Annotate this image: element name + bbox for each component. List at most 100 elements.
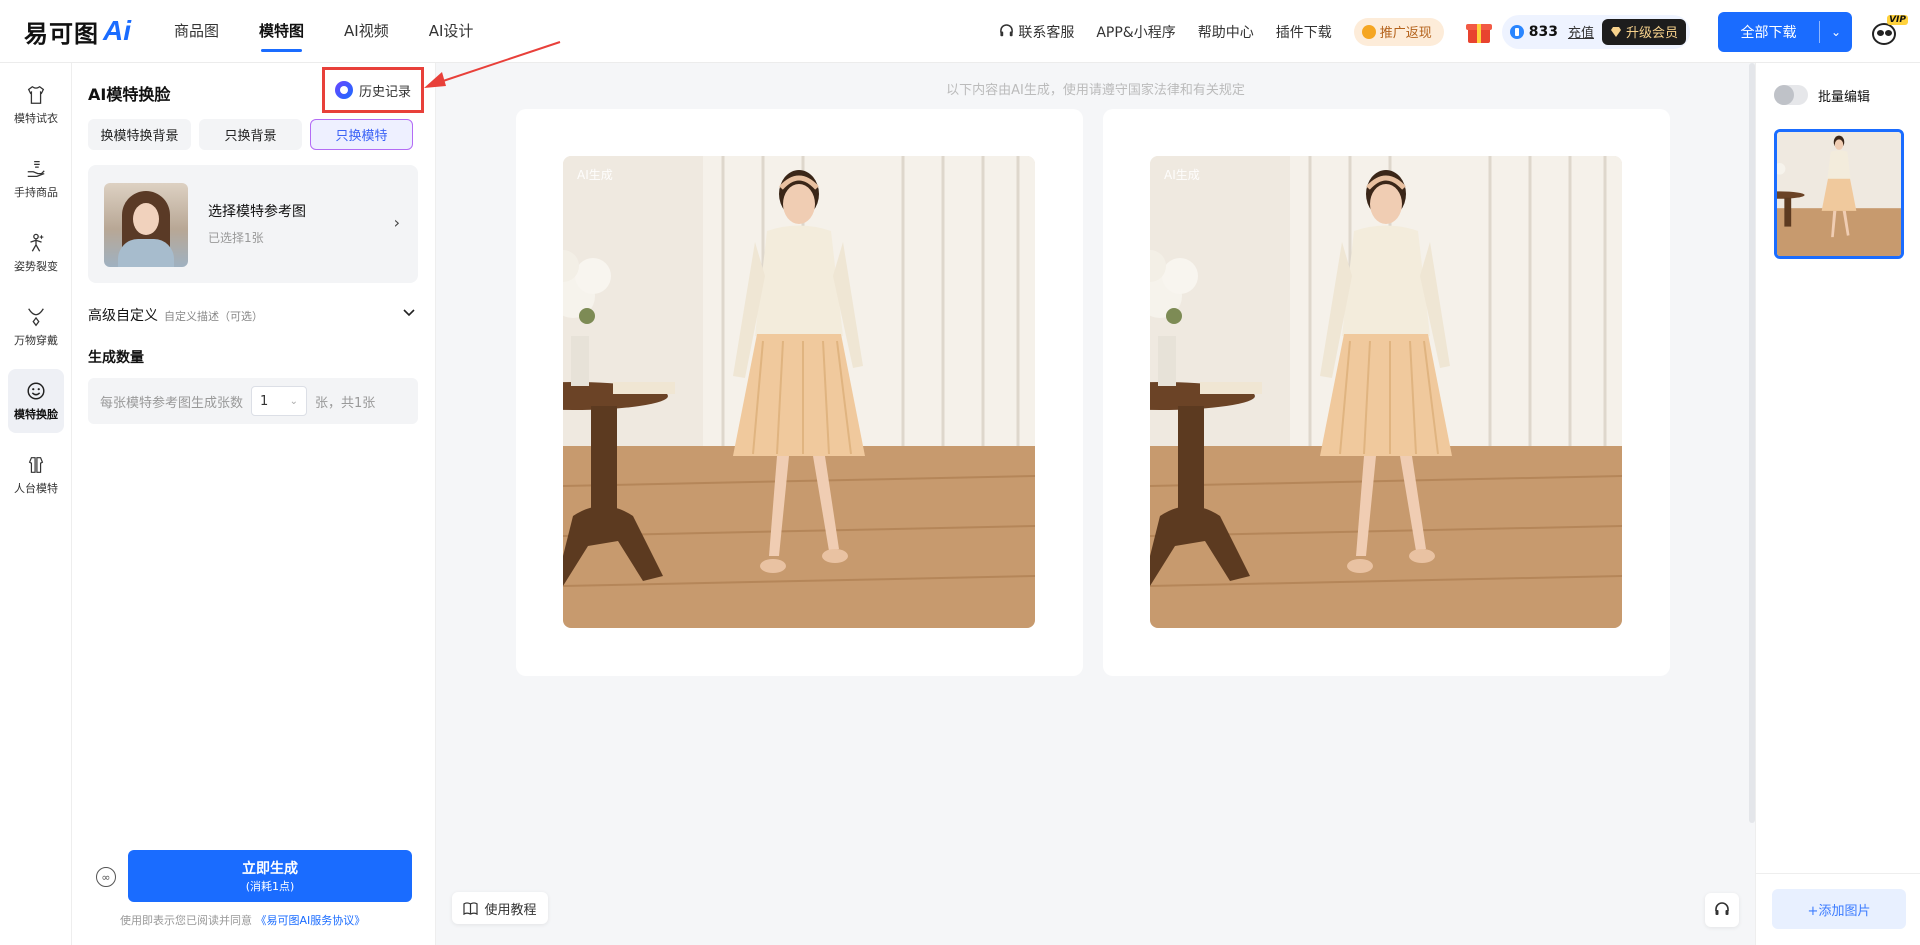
image-thumbnail-selected[interactable] bbox=[1774, 129, 1904, 259]
shirt-icon bbox=[27, 85, 45, 104]
sidebar-item-label: 模特换脸 bbox=[14, 408, 58, 421]
history-icon bbox=[334, 81, 353, 99]
top-bar: 易可图 Ai 商品图 模特图 AI视频 AI设计 联系客服 APP&小程序 帮助… bbox=[0, 0, 1920, 63]
model-reference-thumbnail bbox=[104, 183, 188, 267]
batch-edit-toggle[interactable] bbox=[1774, 85, 1808, 105]
sidebar-item-label: 万物穿戴 bbox=[14, 334, 58, 347]
credit-count: 833 bbox=[1528, 23, 1558, 40]
smile-icon bbox=[27, 382, 45, 400]
floating-support-button[interactable] bbox=[1705, 893, 1739, 927]
headset-icon bbox=[1000, 24, 1014, 37]
coin-icon bbox=[1361, 24, 1376, 39]
advanced-options-toggle[interactable]: 高级自定义 自定义描述（可选） bbox=[88, 305, 418, 325]
advanced-title: 高级自定义 bbox=[88, 308, 158, 324]
advanced-subtitle: 自定义描述（可选） bbox=[164, 310, 263, 323]
workspace: 以下内容由AI生成，使用请遵守国家法律和有关规定 AI生成 AI生成 使用教程 bbox=[436, 63, 1755, 945]
help-link[interactable]: 帮助中心 bbox=[1198, 22, 1254, 42]
count-suffix: 张，共1张 bbox=[315, 395, 376, 411]
result-card: AI生成 bbox=[1103, 109, 1670, 676]
book-icon bbox=[463, 901, 479, 915]
chevron-down-icon bbox=[403, 309, 415, 317]
sidebar-item-label: 手持商品 bbox=[14, 186, 58, 199]
top-right-actions: 联系客服 APP&小程序 帮助中心 插件下载 推广返现 833 充值 升级会员 … bbox=[999, 0, 1920, 63]
mode-tabs: 换模特换背景 只换背景 只换模特 bbox=[88, 119, 413, 150]
headset-icon bbox=[1715, 902, 1729, 915]
logo-text: 易可图 bbox=[24, 19, 99, 48]
sidebar-item-mannequin[interactable]: 人台模特 bbox=[8, 443, 64, 507]
model-reference-count: 已选择1张 bbox=[208, 231, 264, 245]
chevron-down-icon[interactable]: ⌄ bbox=[1820, 25, 1852, 39]
result-image[interactable]: AI生成 bbox=[563, 156, 1035, 628]
download-all-button[interactable]: 全部下载 ⌄ bbox=[1718, 11, 1852, 52]
ai-generated-tag: AI生成 bbox=[577, 168, 613, 182]
history-label: 历史记录 bbox=[358, 84, 411, 100]
count-title: 生成数量 bbox=[88, 350, 144, 366]
panel-title: AI模特换脸 bbox=[88, 85, 171, 104]
batch-edit-row: 批量编辑 bbox=[1774, 85, 1870, 105]
agreement-link[interactable]: 《易可图AI服务协议》 bbox=[256, 914, 366, 927]
nav-ai-video[interactable]: AI视频 bbox=[344, 0, 389, 63]
girl-photo bbox=[563, 156, 1035, 628]
download-all-label: 全部下载 bbox=[1740, 24, 1797, 41]
chevron-down-icon: ⌄ bbox=[289, 395, 299, 407]
tutorial-label: 使用教程 bbox=[484, 902, 537, 918]
sidebar-item-wearables[interactable]: 万物穿戴 bbox=[8, 295, 64, 359]
promo-badge[interactable]: 推广返现 bbox=[1353, 17, 1444, 46]
ai-generated-tag: AI生成 bbox=[1164, 168, 1200, 182]
logo[interactable]: 易可图 Ai bbox=[24, 14, 131, 48]
necklace-icon bbox=[28, 308, 44, 327]
user-avatar[interactable]: VIP bbox=[1870, 14, 1908, 47]
recharge-link[interactable]: 充值 bbox=[1568, 22, 1594, 41]
nav-product-image[interactable]: 商品图 bbox=[174, 0, 219, 63]
logo-ai: Ai bbox=[103, 15, 131, 46]
hand-icon bbox=[27, 161, 45, 177]
promo-label: 推广返现 bbox=[1379, 26, 1432, 41]
gift-icon[interactable] bbox=[1465, 19, 1492, 45]
sidebar-item-model-tryon[interactable]: 模特试衣 bbox=[8, 73, 64, 137]
credit-box: 833 充值 升级会员 bbox=[1501, 14, 1690, 49]
tab-swap-bg-only[interactable]: 只换背景 bbox=[199, 119, 302, 150]
vip-badge: VIP bbox=[1887, 14, 1908, 25]
credit-icon bbox=[1509, 24, 1524, 39]
settings-panel: AI模特换脸 历史记录 换模特换背景 只换背景 只换模特 选择模特参考图 已选择… bbox=[72, 63, 436, 945]
sidebar-item-label: 人台模特 bbox=[14, 482, 58, 495]
upgrade-button[interactable]: 升级会员 bbox=[1601, 18, 1686, 45]
chevron-right-icon: › bbox=[393, 213, 400, 232]
tab-swap-model-only[interactable]: 只换模特 bbox=[310, 119, 413, 150]
girl-thumbnail bbox=[1777, 132, 1901, 256]
model-reference-card[interactable]: 选择模特参考图 已选择1张 › bbox=[88, 165, 418, 283]
sidebar-item-hand-product[interactable]: 手持商品 bbox=[8, 147, 64, 211]
sidebar-item-label: 姿势裂变 bbox=[14, 260, 58, 273]
nav-model-image[interactable]: 模特图 bbox=[259, 0, 304, 63]
generate-label: 立即生成 bbox=[242, 861, 298, 877]
agreement-text: 使用即表示您已阅读并同意 《易可图AI服务协议》 bbox=[120, 912, 365, 928]
support-link[interactable]: 联系客服 bbox=[999, 22, 1074, 42]
count-row: 每张模特参考图生成张数 1 ⌄ 张，共1张 bbox=[88, 378, 418, 424]
ai-notice: 以下内容由AI生成，使用请遵守国家法律和有关规定 bbox=[946, 83, 1245, 98]
image-list-panel: 批量编辑 +添加图片 bbox=[1755, 63, 1920, 945]
result-image[interactable]: AI生成 bbox=[1150, 156, 1622, 628]
sidebar-item-pose[interactable]: 姿势裂变 bbox=[8, 221, 64, 285]
tool-sidebar: 模特试衣 手持商品 姿势裂变 万物穿戴 模特换脸 人台模特 bbox=[0, 63, 72, 945]
sidebar-item-label: 模特试衣 bbox=[14, 112, 58, 125]
annotation-arrow bbox=[424, 41, 561, 88]
app-link[interactable]: APP&小程序 bbox=[1096, 22, 1175, 42]
add-image-button[interactable]: +添加图片 bbox=[1772, 889, 1906, 929]
sidebar-item-face-swap[interactable]: 模特换脸 bbox=[8, 369, 64, 433]
support-label: 联系客服 bbox=[1018, 24, 1075, 41]
result-card: AI生成 bbox=[516, 109, 1083, 676]
mannequin-icon bbox=[28, 457, 44, 473]
divider bbox=[1756, 873, 1920, 874]
girl-photo bbox=[1150, 156, 1622, 628]
link-icon[interactable]: ∞ bbox=[96, 867, 116, 887]
count-select[interactable]: 1 ⌄ bbox=[251, 386, 308, 416]
count-prefix: 每张模特参考图生成张数 bbox=[100, 395, 244, 411]
plugin-link[interactable]: 插件下载 bbox=[1276, 22, 1332, 42]
tutorial-button[interactable]: 使用教程 bbox=[452, 892, 548, 924]
tab-swap-model-and-bg[interactable]: 换模特换背景 bbox=[88, 119, 191, 150]
agreement-prefix: 使用即表示您已阅读并同意 bbox=[120, 914, 252, 927]
generate-button[interactable]: 立即生成 (消耗1点) bbox=[128, 850, 412, 902]
batch-edit-label: 批量编辑 bbox=[1818, 89, 1871, 105]
pose-icon bbox=[30, 233, 45, 252]
history-button[interactable]: 历史记录 bbox=[322, 67, 424, 113]
